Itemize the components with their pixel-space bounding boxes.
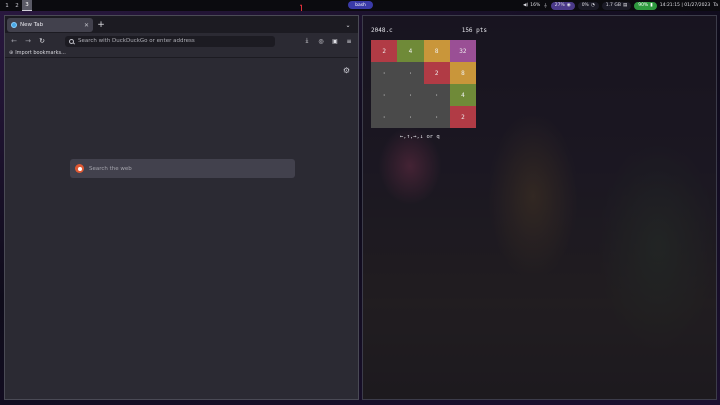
game-title: 2048.c [371,27,393,34]
volume-indicator[interactable]: ◀) 16% [523,3,540,8]
battery-indicator[interactable]: 90% ▮ [634,1,657,10]
disk-indicator[interactable]: 0% ◔ [577,1,599,10]
game-header: 2048.c 156 pts [371,27,487,34]
board-cell: · [371,106,398,128]
board-cell: · [371,62,398,84]
gear-icon[interactable]: ⚙ [342,66,351,75]
board-cell: · [397,62,424,84]
cpu-value: 27% [554,3,565,8]
board-cell: 4 [449,84,476,106]
back-button[interactable]: ← [9,36,19,46]
cursor-marker-icon [300,4,303,11]
navigation-toolbar: ← → ↻ ⤓ ◎ ▣ ≡ [5,33,358,49]
duckduckgo-icon [75,164,84,173]
controls-hint: ←,↑,→,↓ or q [400,134,440,140]
board-cell: · [371,84,398,106]
cpu-icon: ◉ [566,3,571,8]
web-search-box[interactable] [70,159,295,178]
disk-icon: ◔ [590,3,595,8]
keyboard-layout[interactable]: Ta [713,3,718,8]
search-icon [69,38,74,44]
workspace-1[interactable]: 1 [2,0,12,11]
workspace-3[interactable]: 3 [22,0,32,11]
terminal-window[interactable]: 2048.c 156 pts 2 4 8 32 · · 2 8 · · · 4 · · · 2 ←,↑,→,↓… [362,15,717,400]
board-cell: · [423,106,450,128]
memory-icon: ▤ [622,3,628,8]
clock[interactable]: 14:21:15 | 01/27/2023 [660,3,711,8]
tab-new-tab[interactable]: New Tab ✕ [7,18,93,32]
board-cell: 2 [449,106,476,128]
url-input[interactable] [78,38,271,44]
top-bar: 1 2 3 bash ◀) 16% ⏚ 27% ◉ 0% ◔ 1.7 GB ▤ … [0,0,720,11]
board-cell: · [397,84,424,106]
speaker-icon: ◀) [523,3,529,8]
address-bar[interactable] [65,35,275,47]
board-cell: · [423,84,450,106]
import-icon: ⊕ [9,50,14,56]
board-cell: 2 [423,62,450,84]
workspace-switcher: 1 2 3 [0,0,32,11]
workspace-2[interactable]: 2 [12,0,22,11]
new-tab-page: ⚙ [5,59,358,399]
game-board: 2 4 8 32 · · 2 8 · · · 4 · · · 2 [371,40,476,128]
bookmarks-toolbar: ⊕ Import bookmarks... [5,49,358,58]
downloads-icon[interactable]: ⤓ [302,36,312,46]
memory-indicator[interactable]: 1.7 GB ▤ [601,1,632,10]
screenshot-icon[interactable]: ▣ [330,36,340,46]
toolbar-right: ⤓ ◎ ▣ ≡ [302,36,354,46]
board-cell: 2 [371,40,398,62]
import-bookmarks-link[interactable]: Import bookmarks... [15,50,66,56]
reload-button[interactable]: ↻ [37,36,47,46]
board-cell: 8 [449,62,476,84]
forward-button[interactable]: → [23,36,33,46]
battery-value: 90% [638,3,649,8]
board-cell: 8 [423,40,450,62]
board-cell: 32 [449,40,476,62]
tab-strip: New Tab ✕ + ⌄ [5,16,358,33]
tab-title: New Tab [20,22,44,28]
browser-window: New Tab ✕ + ⌄ ← → ↻ ⤓ ◎ ▣ ≡ ⊕ Import boo… [4,15,359,400]
list-all-tabs-button[interactable]: ⌄ [343,19,353,31]
close-icon[interactable]: ✕ [84,22,89,29]
web-search-input[interactable] [89,165,290,172]
firefox-icon [11,22,17,28]
mic-off-icon[interactable]: ⏚ [543,3,548,9]
volume-value: 16% [530,3,541,8]
battery-icon: ▮ [650,3,653,8]
cpu-indicator[interactable]: 27% ◉ [550,1,575,10]
menu-icon[interactable]: ≡ [344,36,354,46]
board-cell: 4 [397,40,424,62]
game-score: 156 pts [461,27,487,34]
board-cell: · [397,106,424,128]
active-window-label[interactable]: bash [348,1,373,9]
disk-value: 0% [581,3,589,8]
status-area: ◀) 16% ⏚ 27% ◉ 0% ◔ 1.7 GB ▤ 90% ▮ 14:21… [523,0,718,11]
extensions-icon[interactable]: ◎ [316,36,326,46]
memory-value: 1.7 GB [605,3,621,8]
new-tab-button[interactable]: + [95,19,107,31]
